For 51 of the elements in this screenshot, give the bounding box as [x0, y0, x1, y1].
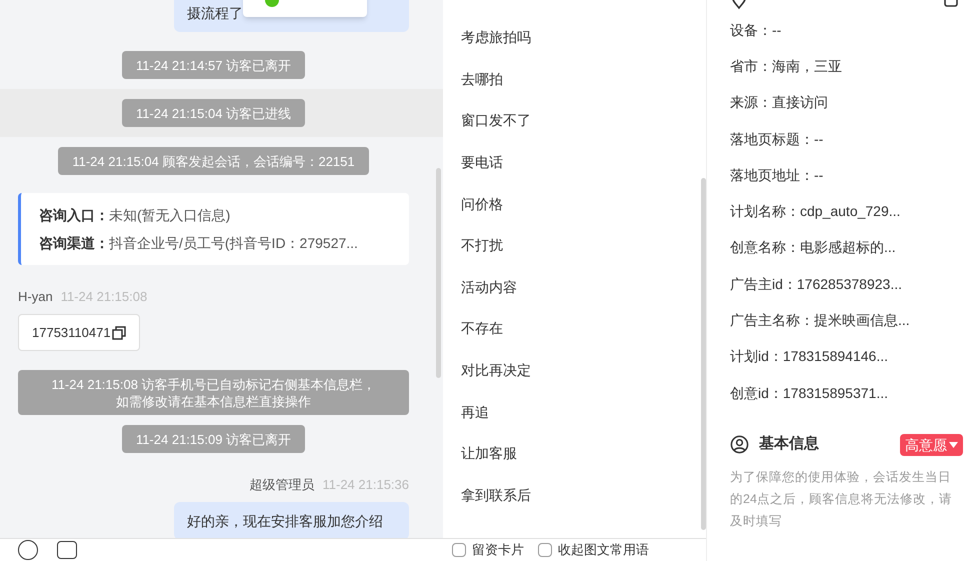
checkbox-option[interactable]: 收起图文常用语: [538, 542, 649, 558]
message-bubble: 好的亲，现在安排客服加您介绍: [174, 502, 409, 538]
notice-text: 为了保障您的使用体验，会话发生当日的24点之后，顾客信息将无法修改，请及时填写: [729, 468, 953, 530]
field-label: 咨询入口：: [39, 206, 109, 225]
info-field: 计划id：178315894146...: [730, 338, 952, 375]
scrollbar[interactable]: [436, 168, 441, 378]
quick-reply-item[interactable]: 要电话: [443, 142, 693, 184]
quick-reply-item[interactable]: 活动内容: [443, 266, 693, 308]
quick-reply-item[interactable]: 考虑旅拍吗: [443, 17, 693, 59]
field-value: 未知(暂无入口信息): [109, 206, 230, 225]
quick-reply-item[interactable]: 拿到联系后: [443, 474, 693, 516]
quick-reply-item[interactable]: 对比再决定: [443, 350, 693, 392]
info-field: 计划名称：cdp_auto_729...: [730, 193, 952, 230]
info-field: 创意名称：电影感超标的...: [730, 230, 952, 266]
quick-reply-item[interactable]: 让加客服: [443, 432, 693, 475]
message-bubble: 17753110471: [18, 314, 140, 351]
field-label: 咨询渠道：: [39, 234, 109, 253]
info-field: 广告主id：176285378923...: [730, 266, 952, 302]
timestamp: 11-24 21:15:08: [60, 289, 148, 305]
quick-reply-item[interactable]: 问价格: [443, 183, 693, 225]
info-field: 落地页地址：--: [730, 157, 952, 194]
quick-reply-item[interactable]: 不打扰: [443, 224, 693, 267]
scrollbar[interactable]: [701, 178, 706, 530]
info-field: 创意id：178315895371...: [730, 374, 952, 412]
checkbox-label: 收起图文常用语: [558, 542, 649, 558]
quick-reply-item[interactable]: 窗口发不了: [443, 100, 693, 142]
system-notice: 11-24 21:14:57 访客已离开: [122, 51, 306, 79]
sender-name: 超级管理员: [250, 477, 314, 493]
section-title: 基本信息: [759, 434, 819, 454]
timestamp: 11-24 21:15:36: [322, 477, 409, 493]
intent-dropdown[interactable]: 高意愿: [900, 434, 963, 456]
checkbox-option[interactable]: 留资卡片: [452, 542, 524, 558]
checkbox-label: 留资卡片: [472, 542, 524, 558]
info-field: 落地页标题：--: [730, 120, 952, 158]
info-field: 广告主名称：提米映画信息...: [730, 302, 952, 339]
system-notice: 11-24 21:15:09 访客已离开: [122, 425, 306, 453]
system-notice: 11-24 21:15:04 顾客发起会话，会话编号：22151: [58, 147, 369, 175]
checkbox[interactable]: [452, 543, 466, 557]
field-value: 抖音企业号/员工号(抖音号ID：279527...: [109, 234, 358, 253]
info-field: 来源：直接访问: [730, 84, 952, 121]
sender-name: H-yan: [18, 289, 53, 305]
system-notice: 11-24 21:15:08 访客手机号已自动标记右侧基本信息栏， 如需修改请在基本信息栏直接操作: [18, 370, 409, 415]
quick-reply-item[interactable]: 去哪拍: [443, 58, 693, 100]
quick-reply-item[interactable]: 再追: [443, 391, 693, 433]
quick-reply-item[interactable]: 不存在: [443, 308, 693, 350]
checkbox[interactable]: [538, 543, 552, 557]
system-notice: 11-24 21:15:04 访客已进线: [122, 99, 306, 127]
user-circle-icon: [730, 435, 749, 454]
info-field: 省市：海南，三亚: [730, 48, 952, 85]
info-field: 设备：--: [730, 12, 952, 48]
caret-icon: [949, 442, 958, 448]
